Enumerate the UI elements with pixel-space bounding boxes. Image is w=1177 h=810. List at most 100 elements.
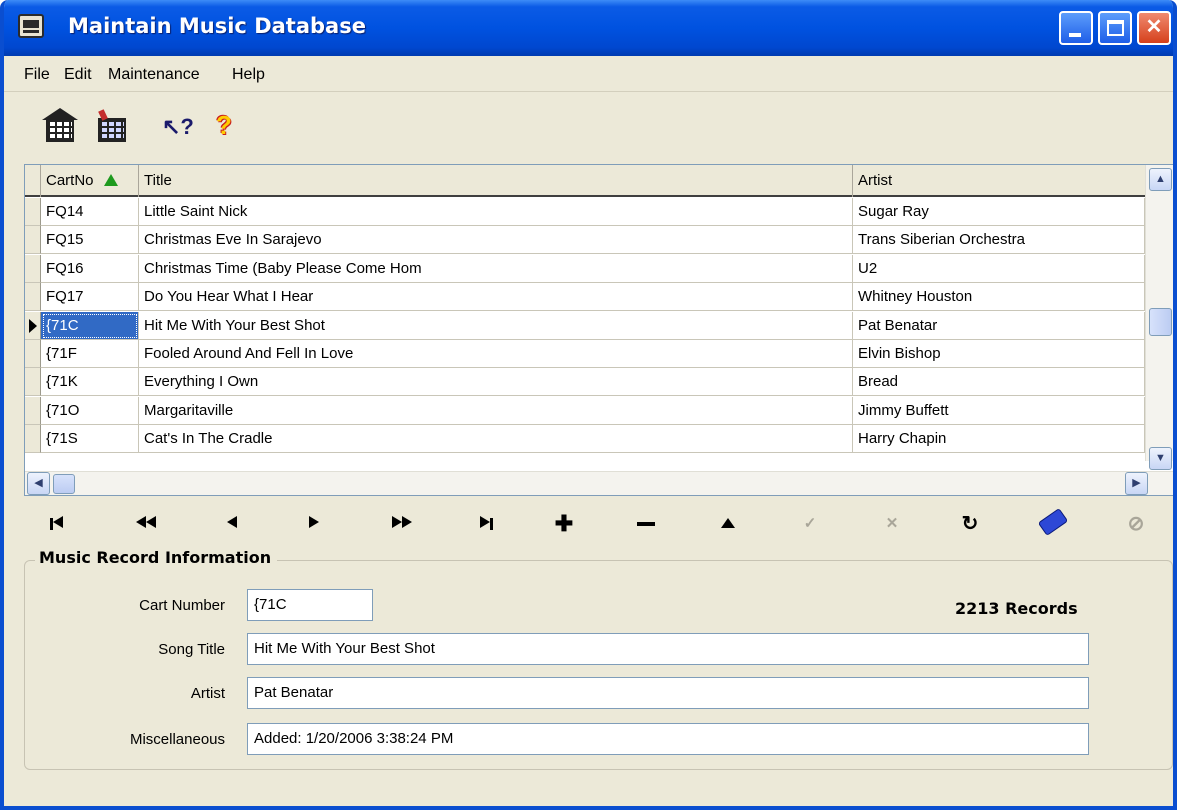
artist-label: Artist — [190, 685, 225, 702]
table-row[interactable]: FQ17 Do You Hear What I Hear Whitney Houst… — [25, 283, 1145, 312]
cell-cartno[interactable]: {71O — [41, 396, 139, 425]
cell-artist[interactable]: Elvin Bishop — [853, 340, 1145, 368]
cell-artist[interactable]: U2 — [853, 254, 1145, 283]
cell-artist[interactable]: Trans Siberian Orchestra — [853, 226, 1145, 255]
song-title-field[interactable]: Hit Me With Your Best Shot — [247, 633, 1089, 665]
row-selector[interactable] — [25, 198, 41, 226]
grid-header: CartNo Title Artist — [25, 165, 1145, 197]
scroll-up-button[interactable]: ▲ — [1149, 168, 1172, 191]
cancel-edit-button[interactable]: ✕ — [872, 512, 912, 536]
row-selector[interactable] — [25, 283, 41, 312]
artist-field[interactable]: Pat Benatar — [247, 677, 1089, 709]
scroll-left-button[interactable]: ◀ — [27, 472, 50, 495]
cell-title[interactable]: Fooled Around And Fell In Love — [139, 340, 853, 368]
table-row[interactable]: {71F Fooled Around And Fell In Love Elvin … — [25, 340, 1145, 368]
cell-title[interactable]: Hit Me With Your Best Shot — [139, 311, 853, 340]
cart-number-field[interactable]: {71C — [247, 589, 373, 621]
horizontal-scroll-thumb[interactable] — [53, 474, 75, 494]
cell-title[interactable]: Cat's In The Cradle — [139, 425, 853, 454]
music-record-groupbox: Music Record Information Cart Number {71… — [24, 548, 1173, 770]
row-selector[interactable] — [25, 368, 41, 397]
help-icon[interactable]: ? — [216, 110, 232, 141]
column-header-title[interactable]: Title — [139, 165, 853, 197]
menu-maintenance[interactable]: Maintenance — [108, 66, 200, 84]
tag-icon — [1037, 507, 1069, 537]
miscellaneous-field[interactable]: Added: 1/20/2006 3:38:24 PM — [247, 723, 1089, 755]
table-row[interactable]: {71S Cat's In The Cradle Harry Chapin — [25, 425, 1145, 454]
table-row[interactable]: {71K Everything I Own Bread — [25, 368, 1145, 397]
cell-artist[interactable]: Harry Chapin — [853, 425, 1145, 454]
whats-this-icon[interactable]: ↖? — [162, 114, 194, 140]
row-selector[interactable] — [25, 226, 41, 255]
cell-cartno[interactable]: {71S — [41, 425, 139, 454]
cancel-updates-button[interactable]: ⊘ — [1116, 512, 1156, 536]
cell-cartno[interactable]: FQ14 — [41, 198, 139, 226]
records-grid[interactable]: CartNo Title Artist FQ14 Little Saint Nic… — [24, 164, 1173, 496]
row-selector[interactable] — [25, 340, 41, 368]
cell-title[interactable]: Little Saint Nick — [139, 198, 853, 226]
cell-cartno[interactable]: {71C — [41, 311, 139, 340]
table-row[interactable]: {71C Hit Me With Your Best Shot Pat Benata… — [25, 311, 1145, 340]
table-row[interactable]: FQ14 Little Saint Nick Sugar Ray — [25, 198, 1145, 226]
cell-cartno[interactable]: {71F — [41, 340, 139, 368]
cell-artist[interactable]: Sugar Ray — [853, 198, 1145, 226]
next-record-button[interactable] — [294, 512, 334, 536]
column-header-cartno[interactable]: CartNo — [41, 165, 139, 197]
minimize-button[interactable] — [1059, 11, 1093, 45]
post-edit-button[interactable]: ✓ — [790, 512, 830, 536]
vertical-scrollbar[interactable]: ▲ ▼ — [1145, 165, 1173, 470]
refresh-button[interactable]: ↻ — [950, 512, 990, 536]
table-row[interactable]: {71O Margaritaville Jimmy Buffett — [25, 396, 1145, 425]
first-record-button[interactable] — [36, 512, 76, 536]
cell-artist[interactable]: Bread — [853, 368, 1145, 397]
row-selector[interactable] — [25, 425, 41, 454]
menu-file[interactable]: File — [24, 66, 50, 84]
insert-record-button[interactable]: ✚ — [544, 512, 584, 536]
row-header-corner — [25, 165, 41, 197]
column-header-artist[interactable]: Artist — [853, 165, 1145, 197]
row-selector[interactable] — [25, 254, 41, 283]
cell-title[interactable]: Christmas Eve In Sarajevo — [139, 226, 853, 255]
apply-updates-button[interactable] — [1032, 507, 1072, 537]
edit-table-icon[interactable] — [94, 109, 130, 144]
cell-artist[interactable]: Whitney Houston — [853, 283, 1145, 312]
maximize-icon — [1107, 20, 1124, 36]
groupbox-title: Music Record Information — [35, 548, 278, 567]
delete-record-button[interactable] — [626, 512, 666, 536]
menu-help[interactable]: Help — [232, 66, 265, 84]
close-button[interactable]: ✕ — [1137, 11, 1171, 45]
home-table-icon[interactable] — [42, 108, 78, 144]
app-icon[interactable] — [18, 14, 44, 38]
row-selector[interactable] — [25, 396, 41, 425]
title-bar[interactable]: Maintain Music Database ✕ — [4, 0, 1173, 56]
horizontal-scrollbar[interactable]: ◀ ▶ — [25, 471, 1173, 495]
table-grid-shape — [46, 118, 74, 142]
cell-artist[interactable]: Pat Benatar — [853, 311, 1145, 340]
scroll-down-button[interactable]: ▼ — [1149, 447, 1172, 470]
table-row[interactable]: FQ16 Christmas Time (Baby Please Come Hom… — [25, 254, 1145, 283]
cell-cartno[interactable]: {71K — [41, 368, 139, 397]
next-page-button[interactable] — [382, 512, 422, 536]
toolbar: ↖? ? — [4, 92, 1173, 162]
table-row[interactable]: FQ15 Christmas Eve In Sarajevo Trans Siber… — [25, 226, 1145, 255]
cell-title[interactable]: Everything I Own — [139, 368, 853, 397]
vertical-scroll-thumb[interactable] — [1149, 308, 1172, 336]
cell-cartno[interactable]: FQ15 — [41, 226, 139, 255]
cell-title[interactable]: Do You Hear What I Hear — [139, 283, 853, 312]
menu-edit[interactable]: Edit — [64, 66, 92, 84]
sort-ascending-icon — [103, 174, 118, 186]
cell-cartno[interactable]: FQ16 — [41, 254, 139, 283]
maximize-button[interactable] — [1098, 11, 1132, 45]
cell-title[interactable]: Christmas Time (Baby Please Come Hom — [139, 254, 853, 283]
scroll-right-button[interactable]: ▶ — [1125, 472, 1148, 495]
prior-record-button[interactable] — [212, 512, 252, 536]
prior-page-button[interactable] — [126, 512, 166, 536]
row-selector[interactable] — [25, 311, 41, 340]
cell-title[interactable]: Margaritaville — [139, 396, 853, 425]
minimize-icon — [1069, 33, 1081, 37]
last-record-button[interactable] — [466, 512, 506, 536]
close-icon: ✕ — [1145, 16, 1163, 38]
cell-cartno[interactable]: FQ17 — [41, 283, 139, 312]
edit-record-button[interactable] — [708, 512, 748, 536]
cell-artist[interactable]: Jimmy Buffett — [853, 396, 1145, 425]
